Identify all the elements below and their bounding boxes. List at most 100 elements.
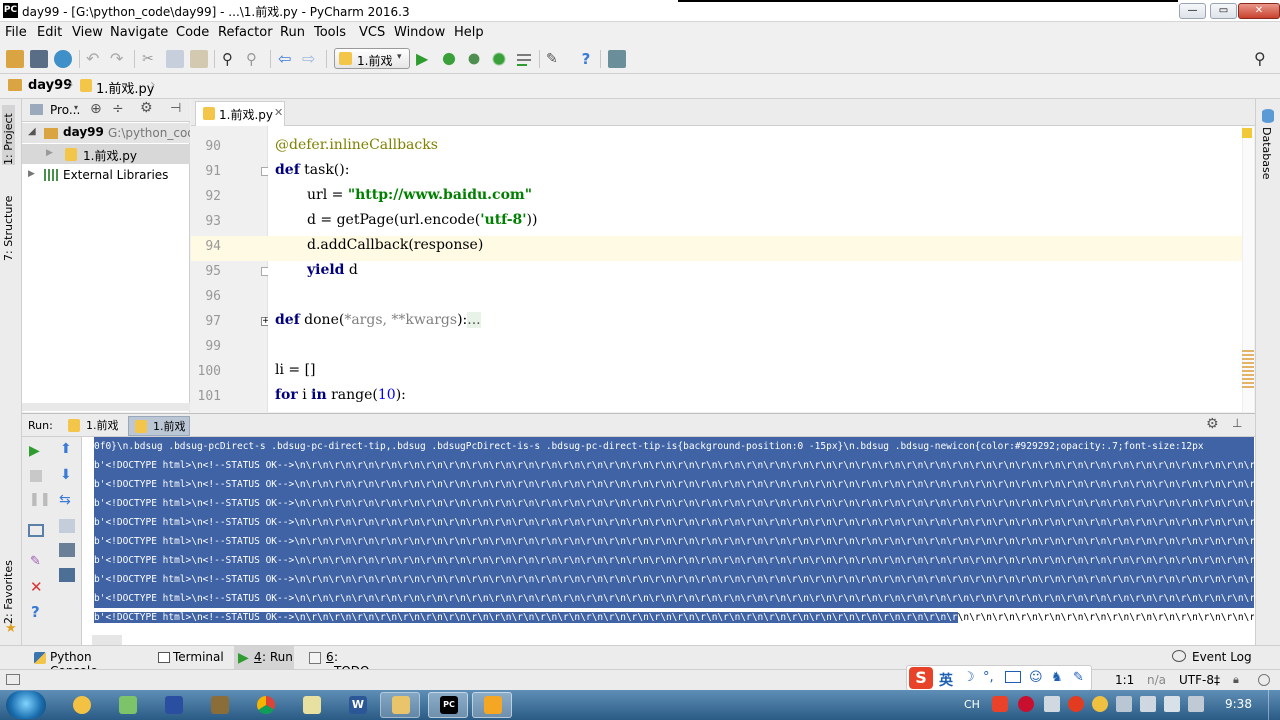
restore-layout-icon[interactable] [28,524,44,537]
taskbar-app[interactable] [472,692,512,718]
pause-icon[interactable]: ❚❚ [29,492,51,507]
minimize-button[interactable]: — [1179,3,1206,19]
soft-wrap-icon[interactable]: ⇆ [59,492,71,508]
help-icon[interactable]: ? [577,50,595,68]
maximize-button[interactable]: ▭ [1210,3,1237,19]
close-button[interactable]: ✕ [1238,3,1280,19]
network-icon[interactable] [1140,696,1156,712]
find-icon[interactable]: ⚲ [222,50,240,68]
ime-mode[interactable]: 英 [939,670,953,690]
down-arrow-icon[interactable]: ⬇ [60,467,72,483]
toggle-tool-windows-icon[interactable] [6,674,20,685]
open-folder-icon[interactable] [6,50,24,68]
console-output[interactable]: 0f0}\n.bdsug .bdsug-pcDirect-s .bdsug-pc… [82,437,1255,645]
tab-event-log[interactable]: Event Log [1170,646,1260,670]
expand-arrow-icon[interactable]: ▶ [28,169,35,179]
wrench-icon[interactable]: ✎ [1073,670,1084,685]
menu-code[interactable]: Code [176,25,209,40]
tab-structure[interactable]: 7: Structure [2,191,15,261]
collapse-icon[interactable]: ÷ [112,101,124,117]
sync-icon[interactable] [54,50,72,68]
run-icon[interactable]: ▶ [416,50,434,68]
language-indicator[interactable]: CH [964,698,980,711]
horizontal-scrollbar[interactable] [22,403,190,411]
clock[interactable]: 9:38 [1225,697,1252,711]
save-all-icon[interactable] [30,50,48,68]
menu-file[interactable]: File [5,25,27,40]
copy-icon[interactable] [166,50,184,68]
menu-tools[interactable]: Tools [314,25,346,40]
menu-edit[interactable]: Edit [37,25,62,40]
taskbar-app[interactable] [154,692,194,718]
line-separator[interactable]: n/a [1147,673,1166,687]
start-button[interactable] [6,691,46,719]
tab-run[interactable]: ▶ 4 : Run [234,646,294,670]
taskbar-app[interactable] [200,692,240,718]
tab-terminal[interactable]: Terminal [154,646,224,670]
punctuation-icon[interactable]: °, [983,670,994,685]
run-config-dropdown[interactable]: 1.前戏 ▾ [334,48,410,69]
caret-position[interactable]: 1:1 [1115,673,1134,687]
tray-icon[interactable] [1044,696,1060,712]
shirt-icon[interactable]: ♞ [1051,670,1063,685]
folded-code[interactable]: ... [467,312,481,328]
hide-panel-icon[interactable]: ⊥ [1232,416,1242,430]
help-icon[interactable]: ? [31,603,40,621]
paste-icon[interactable] [190,50,208,68]
debug-icon[interactable] [440,50,458,68]
scroll-to-end-icon[interactable] [59,519,75,533]
up-arrow-icon[interactable]: ⬆ [60,441,72,457]
lock-icon[interactable]: 🔒︎ [1233,673,1239,687]
tab-file[interactable]: 1.前戏.py ✕ [195,101,285,126]
close-icon[interactable]: ✕ [30,578,43,596]
back-icon[interactable]: ⇦ [278,50,296,68]
tab-python-console[interactable]: Python Console [30,646,140,678]
rerun-icon[interactable]: ▶ [29,443,40,459]
vcs-icon[interactable] [608,50,626,68]
undo-icon[interactable]: ↶ [86,50,104,68]
menu-vcs[interactable]: VCS [359,25,385,40]
locate-icon[interactable]: ⊕ [90,101,102,117]
expand-arrow-icon[interactable]: ◢ [28,126,36,137]
menu-run[interactable]: Run [280,25,305,40]
user-icon[interactable]: ☺ [1029,670,1043,685]
stop-icon[interactable] [30,470,42,482]
breadcrumb-file[interactable]: 1.前戏.py [96,78,154,97]
taskbar-app[interactable] [292,692,332,718]
profile-icon[interactable] [490,50,508,68]
run-tab-active[interactable]: 1.前戏 [128,416,190,436]
volume-icon[interactable] [1164,696,1180,712]
show-desktop-button[interactable] [1268,690,1280,720]
tree-item-external-libraries[interactable]: External Libraries [63,168,168,182]
clear-all-icon[interactable] [59,568,75,582]
scroll-thumb[interactable] [1242,350,1254,388]
redo-icon[interactable]: ↷ [110,50,128,68]
gear-icon[interactable]: ⚙ [1206,416,1219,432]
coverage-icon[interactable] [465,50,483,68]
hide-panel-icon[interactable]: ⊣ [170,101,181,116]
menu-help[interactable]: Help [454,25,484,40]
menu-window[interactable]: Window [394,25,445,40]
keyboard-icon[interactable] [1005,671,1021,683]
gear-icon[interactable]: ⚙ [140,100,153,116]
run-tab[interactable]: 1.前戏 [62,416,124,436]
menu-navigate[interactable]: Navigate [110,25,168,40]
tab-todo[interactable]: 6 : TODO [306,646,376,678]
tray-icon[interactable] [1068,696,1084,712]
inspector-icon[interactable] [1258,674,1270,686]
print-icon[interactable] [59,543,75,557]
taskbar-word[interactable]: W [338,692,378,718]
tree-item-file[interactable]: 1.前戏.py [83,147,137,164]
antivirus-tray-icon[interactable] [1018,696,1034,712]
breadcrumb-project[interactable]: day99 [28,78,72,93]
taskbar-app[interactable] [108,692,148,718]
tray-icon[interactable] [1092,696,1108,712]
tray-icon[interactable] [1188,696,1204,712]
menu-view[interactable]: View [72,25,103,40]
settings-icon[interactable]: ✎ [546,50,564,68]
search-everywhere-icon[interactable]: ⚲ [1254,50,1272,68]
cut-icon[interactable]: ✂ [142,50,160,68]
pin-icon[interactable]: ✎ [30,554,41,569]
code-editor[interactable]: @defer.inlineCallbacks def task(): url =… [268,126,1254,412]
forward-icon[interactable]: ⇨ [302,50,320,68]
